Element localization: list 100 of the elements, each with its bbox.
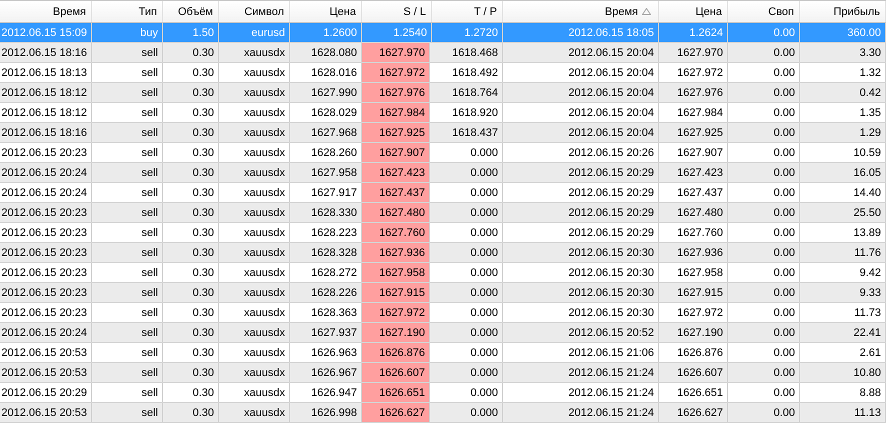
table-cell: 0.00 (728, 143, 800, 162)
table-cell: 0.000 (432, 183, 503, 202)
table-cell: 14.40 (800, 183, 886, 202)
table-cell: sell (92, 363, 163, 382)
table-row[interactable]: 2012.06.15 20:24 sell 0.30 xauusdx 1627.937 1627.190 0.000 2012.06.15 20:52 1627.190 0.00 22.41 (0, 323, 886, 343)
table-cell: 9.33 (800, 283, 886, 302)
table-cell: 1627.480 (659, 203, 728, 222)
table-cell: 1627.976 (362, 83, 430, 102)
table-cell: sell (92, 123, 163, 142)
table-cell: 0.00 (728, 323, 800, 342)
table-cell: xauusdx (219, 263, 290, 282)
table-cell: 1627.936 (659, 243, 728, 262)
table-cell: 1627.907 (659, 143, 728, 162)
table-cell: sell (92, 403, 163, 422)
table-cell: sell (92, 103, 163, 122)
table-cell: 0.00 (728, 203, 800, 222)
table-row[interactable]: 2012.06.15 20:53 sell 0.30 xauusdx 1626.967 1626.607 0.000 2012.06.15 21:24 1626.607 0.00 10.80 (0, 363, 886, 383)
table-cell: xauusdx (219, 283, 290, 302)
table-cell: 0.30 (163, 403, 219, 422)
table-cell: 1627.972 (362, 63, 430, 82)
column-header[interactable]: Прибыль (800, 1, 886, 22)
table-cell: 1626.651 (362, 383, 430, 402)
table-cell: 2.61 (800, 343, 886, 362)
table-cell: 0.30 (163, 263, 219, 282)
table-cell: xauusdx (219, 363, 290, 382)
table-cell: 0.00 (728, 403, 800, 422)
table-cell: 1627.907 (362, 143, 430, 162)
table-cell: 10.59 (800, 143, 886, 162)
table-cell: xauusdx (219, 383, 290, 402)
table-cell: 1627.423 (362, 163, 430, 182)
table-cell: 1618.764 (432, 83, 503, 102)
table-cell: 2012.06.15 15:09 (0, 23, 92, 42)
table-row[interactable]: 2012.06.15 20:23 sell 0.30 xauusdx 1628.328 1627.936 0.000 2012.06.15 20:30 1627.936 0.00 11.76 (0, 243, 886, 263)
table-cell: 1626.607 (659, 363, 728, 382)
table-cell: 0.00 (728, 43, 800, 62)
table-row[interactable]: 2012.06.15 20:23 sell 0.30 xauusdx 1628.226 1627.915 0.000 2012.06.15 20:30 1627.915 0.00 9.33 (0, 283, 886, 303)
table-cell: 2012.06.15 20:52 (503, 323, 659, 342)
table-cell: 2012.06.15 18:05 (503, 23, 659, 42)
table-row[interactable]: 2012.06.15 18:16 sell 0.30 xauusdx 1627.968 1627.925 1618.437 2012.06.15 20:04 1627.925 0.00 1.29 (0, 123, 886, 143)
table-cell: sell (92, 323, 163, 342)
column-header[interactable]: Цена (659, 1, 728, 22)
table-cell: 0.30 (163, 43, 219, 62)
table-cell: 0.30 (163, 83, 219, 102)
column-header[interactable]: Цена (290, 1, 362, 22)
column-header[interactable]: Объём (163, 1, 219, 22)
table-cell: 2012.06.15 18:13 (0, 63, 92, 82)
table-row[interactable]: 2012.06.15 20:23 sell 0.30 xauusdx 1628.330 1627.480 0.000 2012.06.15 20:29 1627.480 0.00 25.50 (0, 203, 886, 223)
table-cell: sell (92, 223, 163, 242)
table-cell: 2012.06.15 20:29 (503, 183, 659, 202)
table-cell: 2012.06.15 20:24 (0, 183, 92, 202)
table-cell: buy (92, 23, 163, 42)
table-cell: 1627.190 (362, 323, 430, 342)
table-cell: xauusdx (219, 143, 290, 162)
table-cell: 2012.06.15 20:23 (0, 223, 92, 242)
table-cell: 1627.760 (362, 223, 430, 242)
table-cell: 0.00 (728, 363, 800, 382)
table-row[interactable]: 2012.06.15 18:12 sell 0.30 xauusdx 1627.990 1627.976 1618.764 2012.06.15 20:04 1627.976 0.00 0.42 (0, 83, 886, 103)
table-cell: sell (92, 43, 163, 62)
table-row[interactable]: 2012.06.15 20:53 sell 0.30 xauusdx 1626.998 1626.627 0.000 2012.06.15 21:24 1626.627 0.00 11.13 (0, 403, 886, 423)
table-cell: 0.30 (163, 383, 219, 402)
table-cell: 2012.06.15 20:23 (0, 263, 92, 282)
table-cell: xauusdx (219, 163, 290, 182)
table-cell: 1626.627 (659, 403, 728, 422)
table-row[interactable]: 2012.06.15 18:16 sell 0.30 xauusdx 1628.080 1627.970 1618.468 2012.06.15 20:04 1627.970 0.00 3.30 (0, 43, 886, 63)
column-header[interactable]: T / P (432, 1, 503, 22)
table-cell: xauusdx (219, 123, 290, 142)
table-cell: xauusdx (219, 103, 290, 122)
column-header[interactable]: S / L (362, 1, 432, 22)
table-cell: 1618.492 (432, 63, 503, 82)
column-header[interactable]: Время (0, 1, 92, 22)
table-cell: 2012.06.15 20:53 (0, 403, 92, 422)
table-cell: 2012.06.15 21:24 (503, 363, 659, 382)
table-cell: 1.29 (800, 123, 886, 142)
table-cell: 0.30 (163, 223, 219, 242)
table-cell: 2012.06.15 20:30 (503, 263, 659, 282)
table-cell: 0.00 (728, 283, 800, 302)
table-cell: 0.00 (728, 383, 800, 402)
table-cell: 1.50 (163, 23, 219, 42)
table-cell: 11.13 (800, 403, 886, 422)
table-cell: 13.89 (800, 223, 886, 242)
table-cell: 2012.06.15 20:23 (0, 303, 92, 322)
column-header[interactable]: Тип (92, 1, 163, 22)
table-cell: 1627.984 (659, 103, 728, 122)
table-row[interactable]: 2012.06.15 20:24 sell 0.30 xauusdx 1627.958 1627.423 0.000 2012.06.15 20:29 1627.423 0.00 16.05 (0, 163, 886, 183)
column-header[interactable]: Символ (219, 1, 290, 22)
table-cell: 2012.06.15 20:26 (503, 143, 659, 162)
table-cell: 1627.915 (659, 283, 728, 302)
table-cell: 11.76 (800, 243, 886, 262)
table-cell: sell (92, 263, 163, 282)
table-cell: 22.41 (800, 323, 886, 342)
table-cell: 2012.06.15 20:29 (503, 203, 659, 222)
table-cell: sell (92, 243, 163, 262)
column-header[interactable]: Время (503, 1, 659, 22)
table-cell: 0.30 (163, 203, 219, 222)
table-cell: 0.00 (728, 123, 800, 142)
column-header[interactable]: Своп (728, 1, 800, 22)
table-cell: 0.00 (728, 243, 800, 262)
table-cell: 1627.190 (659, 323, 728, 342)
table-cell: 2012.06.15 20:29 (0, 383, 92, 402)
table-cell: 1627.972 (362, 303, 430, 322)
